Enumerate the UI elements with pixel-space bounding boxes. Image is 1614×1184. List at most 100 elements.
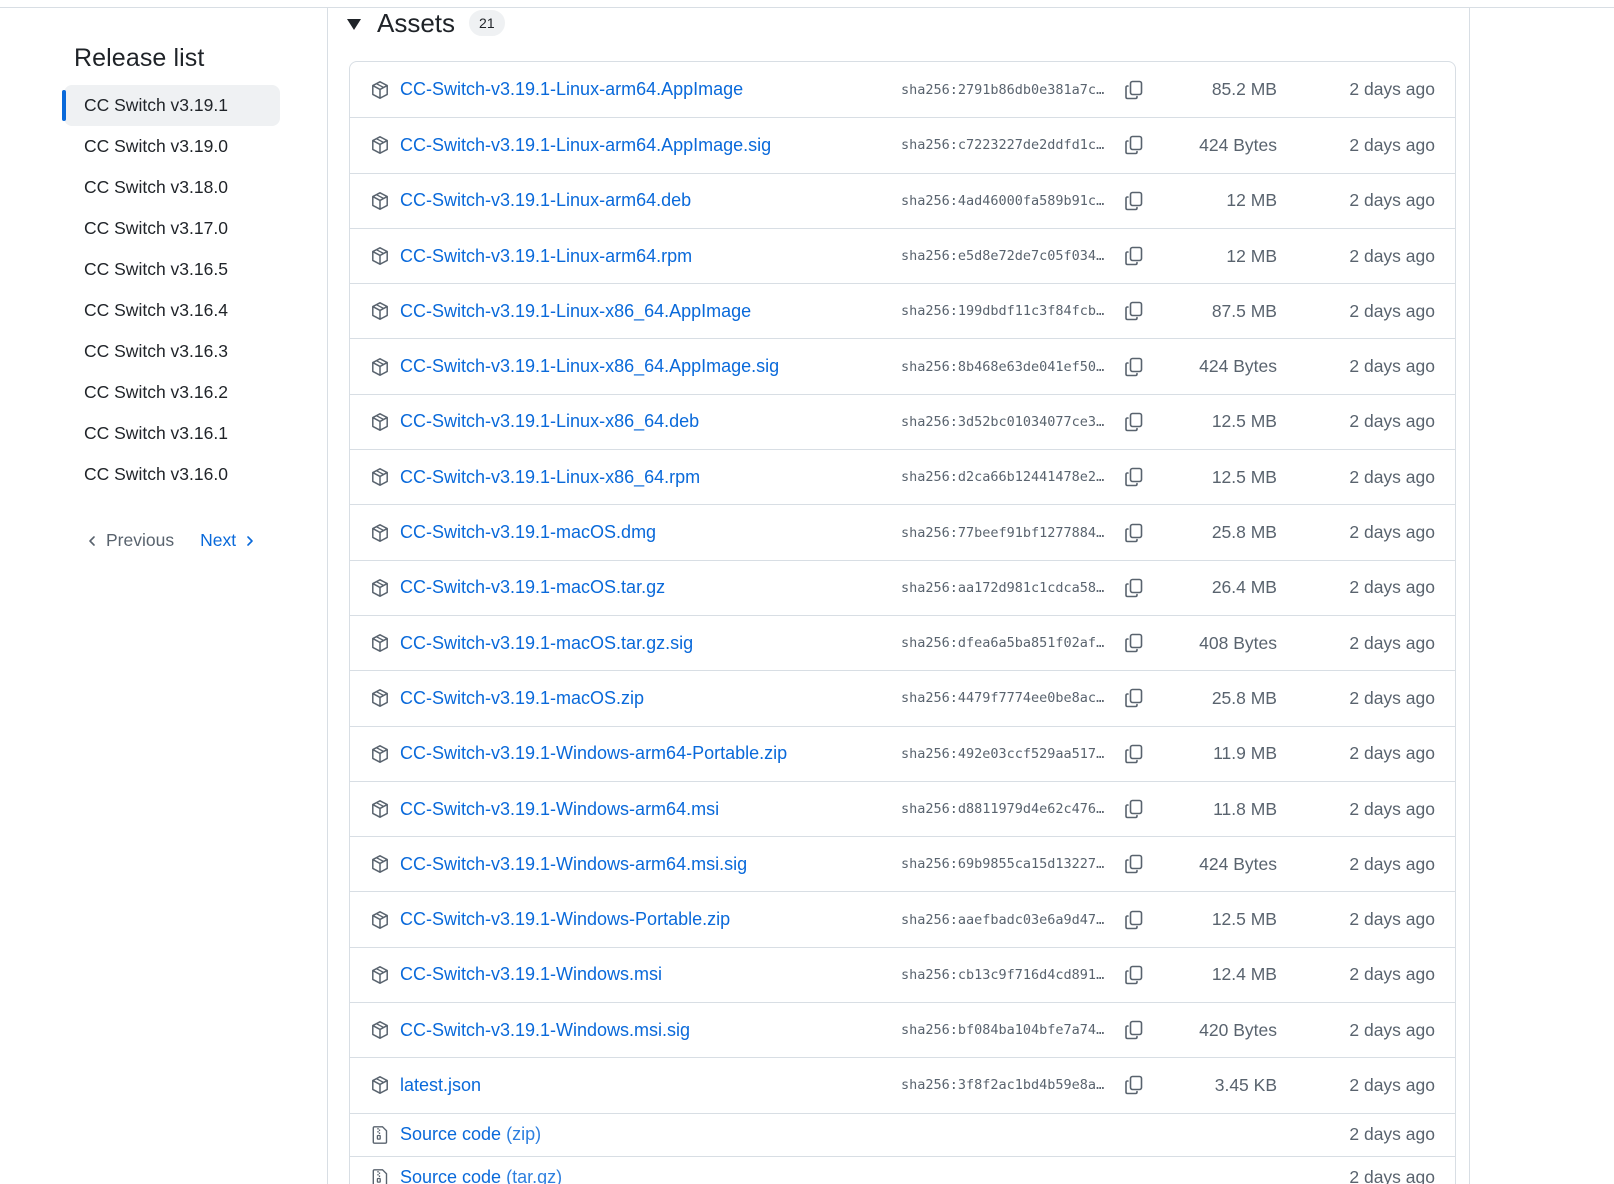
package-icon: [372, 800, 388, 818]
release-item[interactable]: CC Switch v3.17.0: [64, 208, 280, 249]
asset-row: CC-Switch-v3.19.1-Linux-arm64.rpm sha256…: [350, 227, 1455, 283]
asset-link[interactable]: CC-Switch-v3.19.1-Windows-arm64.msi.sig: [400, 854, 747, 875]
asset-row: latest.json sha256:3f8f2ac1bd4b59e8a… 3.…: [350, 1057, 1455, 1112]
asset-date: 2 days ago: [1349, 577, 1435, 598]
copy-icon[interactable]: [1122, 852, 1146, 876]
asset-date: 2 days ago: [1349, 134, 1435, 155]
copy-icon[interactable]: [1122, 797, 1146, 821]
copy-icon[interactable]: [1122, 244, 1146, 268]
release-item-label: CC Switch v3.16.1: [84, 423, 228, 443]
release-item[interactable]: CC Switch v3.19.0: [64, 126, 280, 167]
copy-icon[interactable]: [1122, 686, 1146, 710]
next-button[interactable]: Next: [200, 530, 256, 551]
release-item[interactable]: CC Switch v3.16.0: [64, 454, 280, 495]
release-sidebar: Release list CC Switch v3.19.1 CC Switch…: [0, 8, 328, 1184]
asset-size: 25.8 MB: [1211, 687, 1277, 708]
copy-icon[interactable]: [1122, 410, 1146, 434]
copy-icon[interactable]: [1122, 963, 1146, 987]
copy-icon[interactable]: [1122, 631, 1146, 655]
asset-size: 424 Bytes: [1199, 134, 1277, 155]
asset-row: CC-Switch-v3.19.1-macOS.zip sha256:4479f…: [350, 670, 1455, 725]
copy-icon[interactable]: [1122, 1018, 1146, 1042]
package-icon: [372, 357, 388, 376]
source-row: Source code (zip) 2 days ago: [350, 1112, 1455, 1156]
package-icon: [372, 523, 388, 542]
asset-link[interactable]: CC-Switch-v3.19.1-macOS.tar.gz.sig: [400, 633, 693, 654]
source-date: 2 days ago: [1349, 1167, 1435, 1184]
package-icon: [372, 855, 388, 874]
source-code-link[interactable]: Source code (zip): [400, 1124, 541, 1145]
package-icon: [372, 247, 388, 265]
copy-icon[interactable]: [1122, 742, 1146, 766]
asset-link[interactable]: CC-Switch-v3.19.1-Linux-x86_64.AppImage: [400, 301, 751, 322]
assets-title: Assets: [377, 7, 456, 38]
asset-row: CC-Switch-v3.19.1-Linux-x86_64.rpm sha25…: [350, 449, 1455, 504]
asset-row: CC-Switch-v3.19.1-macOS.tar.gz sha256:aa…: [350, 559, 1455, 615]
asset-link[interactable]: CC-Switch-v3.19.1-Linux-arm64.AppImage.s…: [400, 135, 771, 156]
copy-icon[interactable]: [1122, 1073, 1146, 1097]
asset-link[interactable]: CC-Switch-v3.19.1-Windows.msi.sig: [400, 1020, 690, 1041]
package-icon: [372, 744, 388, 763]
asset-date: 2 days ago: [1349, 245, 1435, 266]
release-item[interactable]: CC Switch v3.16.3: [64, 331, 280, 372]
asset-sha256: sha256:cb13c9f716d4cd891…: [901, 966, 1105, 983]
asset-sha256: sha256:aaefbadc03e6a9d47…: [901, 911, 1105, 928]
asset-size: 12 MB: [1226, 245, 1277, 266]
package-icon: [372, 1076, 388, 1095]
asset-sha256: sha256:dfea6a5ba851f02af…: [901, 635, 1105, 652]
asset-link[interactable]: CC-Switch-v3.19.1-Linux-arm64.AppImage: [400, 79, 743, 100]
copy-icon[interactable]: [1122, 78, 1146, 102]
asset-size: 424 Bytes: [1199, 356, 1277, 377]
asset-size: 424 Bytes: [1199, 853, 1277, 874]
asset-size: 26.4 MB: [1211, 577, 1277, 598]
release-item[interactable]: CC Switch v3.19.1: [62, 85, 280, 126]
release-item[interactable]: CC Switch v3.18.0: [64, 167, 280, 208]
copy-icon[interactable]: [1122, 465, 1146, 489]
asset-link[interactable]: CC-Switch-v3.19.1-macOS.tar.gz: [400, 577, 665, 598]
asset-link[interactable]: CC-Switch-v3.19.1-Linux-arm64.rpm: [400, 246, 692, 267]
release-item-label: CC Switch v3.16.0: [84, 464, 228, 484]
copy-icon[interactable]: [1122, 189, 1146, 213]
asset-link[interactable]: CC-Switch-v3.19.1-Windows-Portable.zip: [400, 909, 730, 930]
release-item-label: CC Switch v3.19.1: [84, 95, 228, 115]
asset-link[interactable]: latest.json: [400, 1075, 481, 1096]
package-icon: [372, 689, 388, 708]
source-code-link[interactable]: Source code (tar.gz): [400, 1167, 562, 1184]
copy-icon[interactable]: [1122, 576, 1146, 600]
asset-date: 2 days ago: [1349, 743, 1435, 764]
asset-link[interactable]: CC-Switch-v3.19.1-Linux-arm64.deb: [400, 190, 691, 211]
copy-icon[interactable]: [1122, 355, 1146, 379]
release-item[interactable]: CC Switch v3.16.4: [64, 290, 280, 331]
asset-size: 87.5 MB: [1211, 300, 1277, 321]
asset-sha256: sha256:d8811979d4e62c476…: [901, 801, 1105, 817]
asset-link[interactable]: CC-Switch-v3.19.1-Windows-arm64-Portable…: [400, 743, 787, 764]
asset-link[interactable]: CC-Switch-v3.19.1-Windows-arm64.msi: [400, 799, 719, 820]
asset-row: CC-Switch-v3.19.1-Windows.msi.sig sha256…: [350, 1002, 1455, 1057]
asset-link[interactable]: CC-Switch-v3.19.1-macOS.dmg: [400, 522, 656, 543]
release-item[interactable]: CC Switch v3.16.2: [64, 372, 280, 413]
asset-link[interactable]: CC-Switch-v3.19.1-Linux-x86_64.AppImage.…: [400, 356, 779, 377]
release-item[interactable]: CC Switch v3.16.5: [64, 249, 280, 290]
asset-sha256: sha256:2791b86db0e381a7c…: [901, 81, 1105, 98]
copy-icon[interactable]: [1122, 521, 1146, 545]
asset-date: 2 days ago: [1349, 687, 1435, 708]
asset-link[interactable]: CC-Switch-v3.19.1-Windows.msi: [400, 964, 662, 985]
asset-link[interactable]: CC-Switch-v3.19.1-Linux-x86_64.rpm: [400, 467, 700, 488]
copy-icon[interactable]: [1122, 908, 1146, 932]
release-item[interactable]: CC Switch v3.16.1: [64, 413, 280, 454]
asset-size: 12.5 MB: [1211, 466, 1277, 487]
asset-link[interactable]: CC-Switch-v3.19.1-Linux-x86_64.deb: [400, 411, 699, 432]
asset-row: CC-Switch-v3.19.1-Linux-x86_64.AppImage.…: [350, 338, 1455, 393]
asset-sha256: sha256:bf084ba104bfe7a74…: [901, 1022, 1105, 1039]
copy-icon[interactable]: [1122, 133, 1146, 157]
asset-sha256: sha256:8b468e63de041ef50…: [901, 358, 1105, 375]
asset-date: 2 days ago: [1349, 632, 1435, 653]
asset-sha256: sha256:492e03ccf529aa517…: [901, 745, 1105, 762]
assets-toggle[interactable]: Assets 21: [347, 8, 505, 38]
chevron-right-icon: [247, 535, 253, 546]
asset-size: 408 Bytes: [1199, 632, 1277, 653]
copy-icon[interactable]: [1122, 299, 1146, 323]
asset-link[interactable]: CC-Switch-v3.19.1-macOS.zip: [400, 688, 644, 709]
asset-size: 3.45 KB: [1214, 1074, 1277, 1095]
release-list-title: Release list: [74, 44, 205, 72]
